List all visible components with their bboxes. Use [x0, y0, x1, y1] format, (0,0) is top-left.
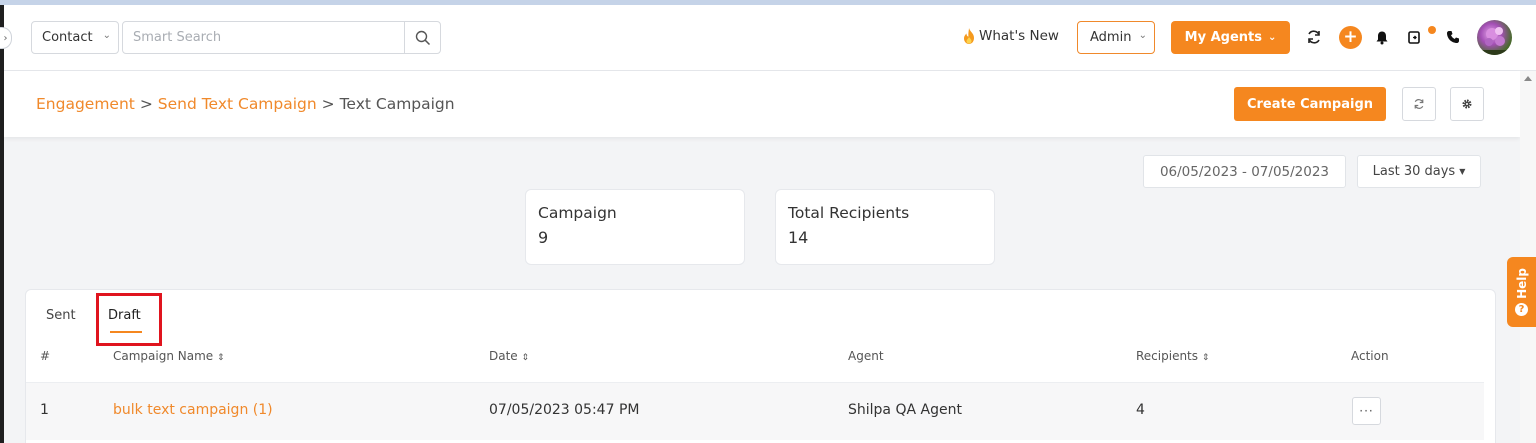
my-agents-label: My Agents: [1184, 30, 1262, 45]
settings-button[interactable]: [1450, 87, 1484, 121]
status-icon: [1408, 31, 1420, 44]
chevron-down-icon: ⌄: [102, 30, 111, 41]
column-header-recipients[interactable]: Recipients ⇕: [1136, 349, 1209, 363]
search-button[interactable]: [404, 22, 440, 53]
table-row: 1 bulk text campaign (1) 07/05/2023 05:4…: [26, 382, 1484, 440]
row-recipients: 4: [1136, 402, 1145, 418]
phone-button[interactable]: [1443, 27, 1463, 47]
column-header-date[interactable]: Date ⇕: [489, 349, 529, 363]
page-header: Engagement > Send Text Campaign > Text C…: [4, 71, 1520, 137]
help-icon: ?: [1515, 302, 1528, 316]
search-input[interactable]: [123, 22, 405, 53]
smart-search: [122, 21, 441, 54]
breadcrumb-engagement[interactable]: Engagement: [36, 95, 135, 113]
avatar-image: [1481, 27, 1508, 55]
breadcrumb-separator: >: [139, 95, 153, 113]
refresh-icon: [1414, 99, 1424, 109]
sort-icon: ⇕: [1201, 353, 1210, 363]
sort-icon: ⇕: [217, 353, 225, 363]
contact-select[interactable]: Contact ⌄: [31, 21, 119, 54]
status-button[interactable]: [1405, 27, 1425, 47]
column-header-action: Action: [1351, 349, 1389, 363]
stat-label: Total Recipients: [788, 204, 910, 222]
range-select[interactable]: Last 30 days ▼: [1357, 155, 1481, 188]
whats-new-label: What's New: [979, 28, 1059, 44]
chevron-down-icon: ⌄: [1267, 32, 1277, 43]
refresh-button[interactable]: [1304, 27, 1324, 47]
column-header-agent: Agent: [848, 349, 884, 363]
stat-card-campaign: Campaign 9: [525, 189, 745, 265]
column-header-label: Date: [489, 349, 518, 363]
refresh-list-button[interactable]: [1402, 87, 1436, 121]
breadcrumb-send-text-campaign[interactable]: Send Text Campaign: [158, 95, 317, 113]
refresh-icon: [1308, 30, 1320, 44]
column-header-campaign-name[interactable]: Campaign Name ⇕: [113, 349, 225, 363]
row-agent: Shilpa QA Agent: [848, 402, 962, 418]
contact-select-label: Contact: [42, 30, 93, 45]
search-icon: [415, 30, 430, 45]
range-select-label: Last 30 days: [1372, 164, 1456, 179]
highlight-annotation: [96, 293, 162, 346]
breadcrumb-current: Text Campaign: [339, 95, 455, 113]
column-header-label: Recipients: [1136, 349, 1199, 363]
scroll-up-arrow[interactable]: [1524, 76, 1532, 81]
help-button[interactable]: Help ?: [1507, 257, 1536, 327]
row-index: 1: [40, 402, 49, 418]
whats-new-link[interactable]: What's New: [961, 27, 1059, 45]
breadcrumb-separator: >: [321, 95, 335, 113]
breadcrumb: Engagement > Send Text Campaign > Text C…: [36, 95, 455, 113]
column-header-label: Campaign Name: [113, 349, 214, 363]
sort-icon: ⇕: [521, 353, 530, 363]
my-agents-button[interactable]: My Agents ⌄: [1171, 21, 1290, 54]
tab-sent[interactable]: Sent: [46, 308, 76, 323]
help-label: Help: [1514, 268, 1529, 299]
admin-select[interactable]: Admin ⌄: [1077, 21, 1155, 54]
bell-icon: [1376, 31, 1388, 44]
stat-value: 14: [788, 228, 809, 247]
campaign-name-link[interactable]: bulk text campaign (1): [113, 402, 273, 418]
phone-icon: [1447, 31, 1459, 43]
stat-value: 9: [538, 228, 549, 247]
row-action-menu-button[interactable]: ···: [1352, 397, 1381, 425]
row-date: 07/05/2023 05:47 PM: [489, 402, 640, 418]
notification-dot: [1428, 26, 1436, 34]
column-header-index: #: [40, 349, 51, 363]
caret-down-icon: ▼: [1459, 167, 1466, 176]
stat-label: Campaign: [538, 204, 617, 222]
avatar[interactable]: [1477, 20, 1512, 55]
notifications-button[interactable]: [1372, 27, 1392, 47]
plus-icon: +: [1343, 27, 1358, 47]
top-header: Contact ⌄ What's New Admin ⌄ My Agents ⌄: [4, 5, 1536, 71]
gear-icon: [1462, 99, 1472, 109]
admin-select-label: Admin: [1090, 30, 1132, 45]
create-campaign-button[interactable]: Create Campaign: [1234, 87, 1386, 121]
stat-card-total-recipients: Total Recipients 14: [775, 189, 995, 265]
fire-icon: [964, 28, 974, 44]
chevron-down-icon: ⌄: [1138, 30, 1147, 41]
date-range-input[interactable]: 06/05/2023 - 07/05/2023: [1143, 155, 1346, 188]
campaign-table-panel: Sent Draft # Campaign Name ⇕ Date ⇕ Agen…: [25, 289, 1496, 443]
add-button[interactable]: +: [1339, 26, 1362, 49]
